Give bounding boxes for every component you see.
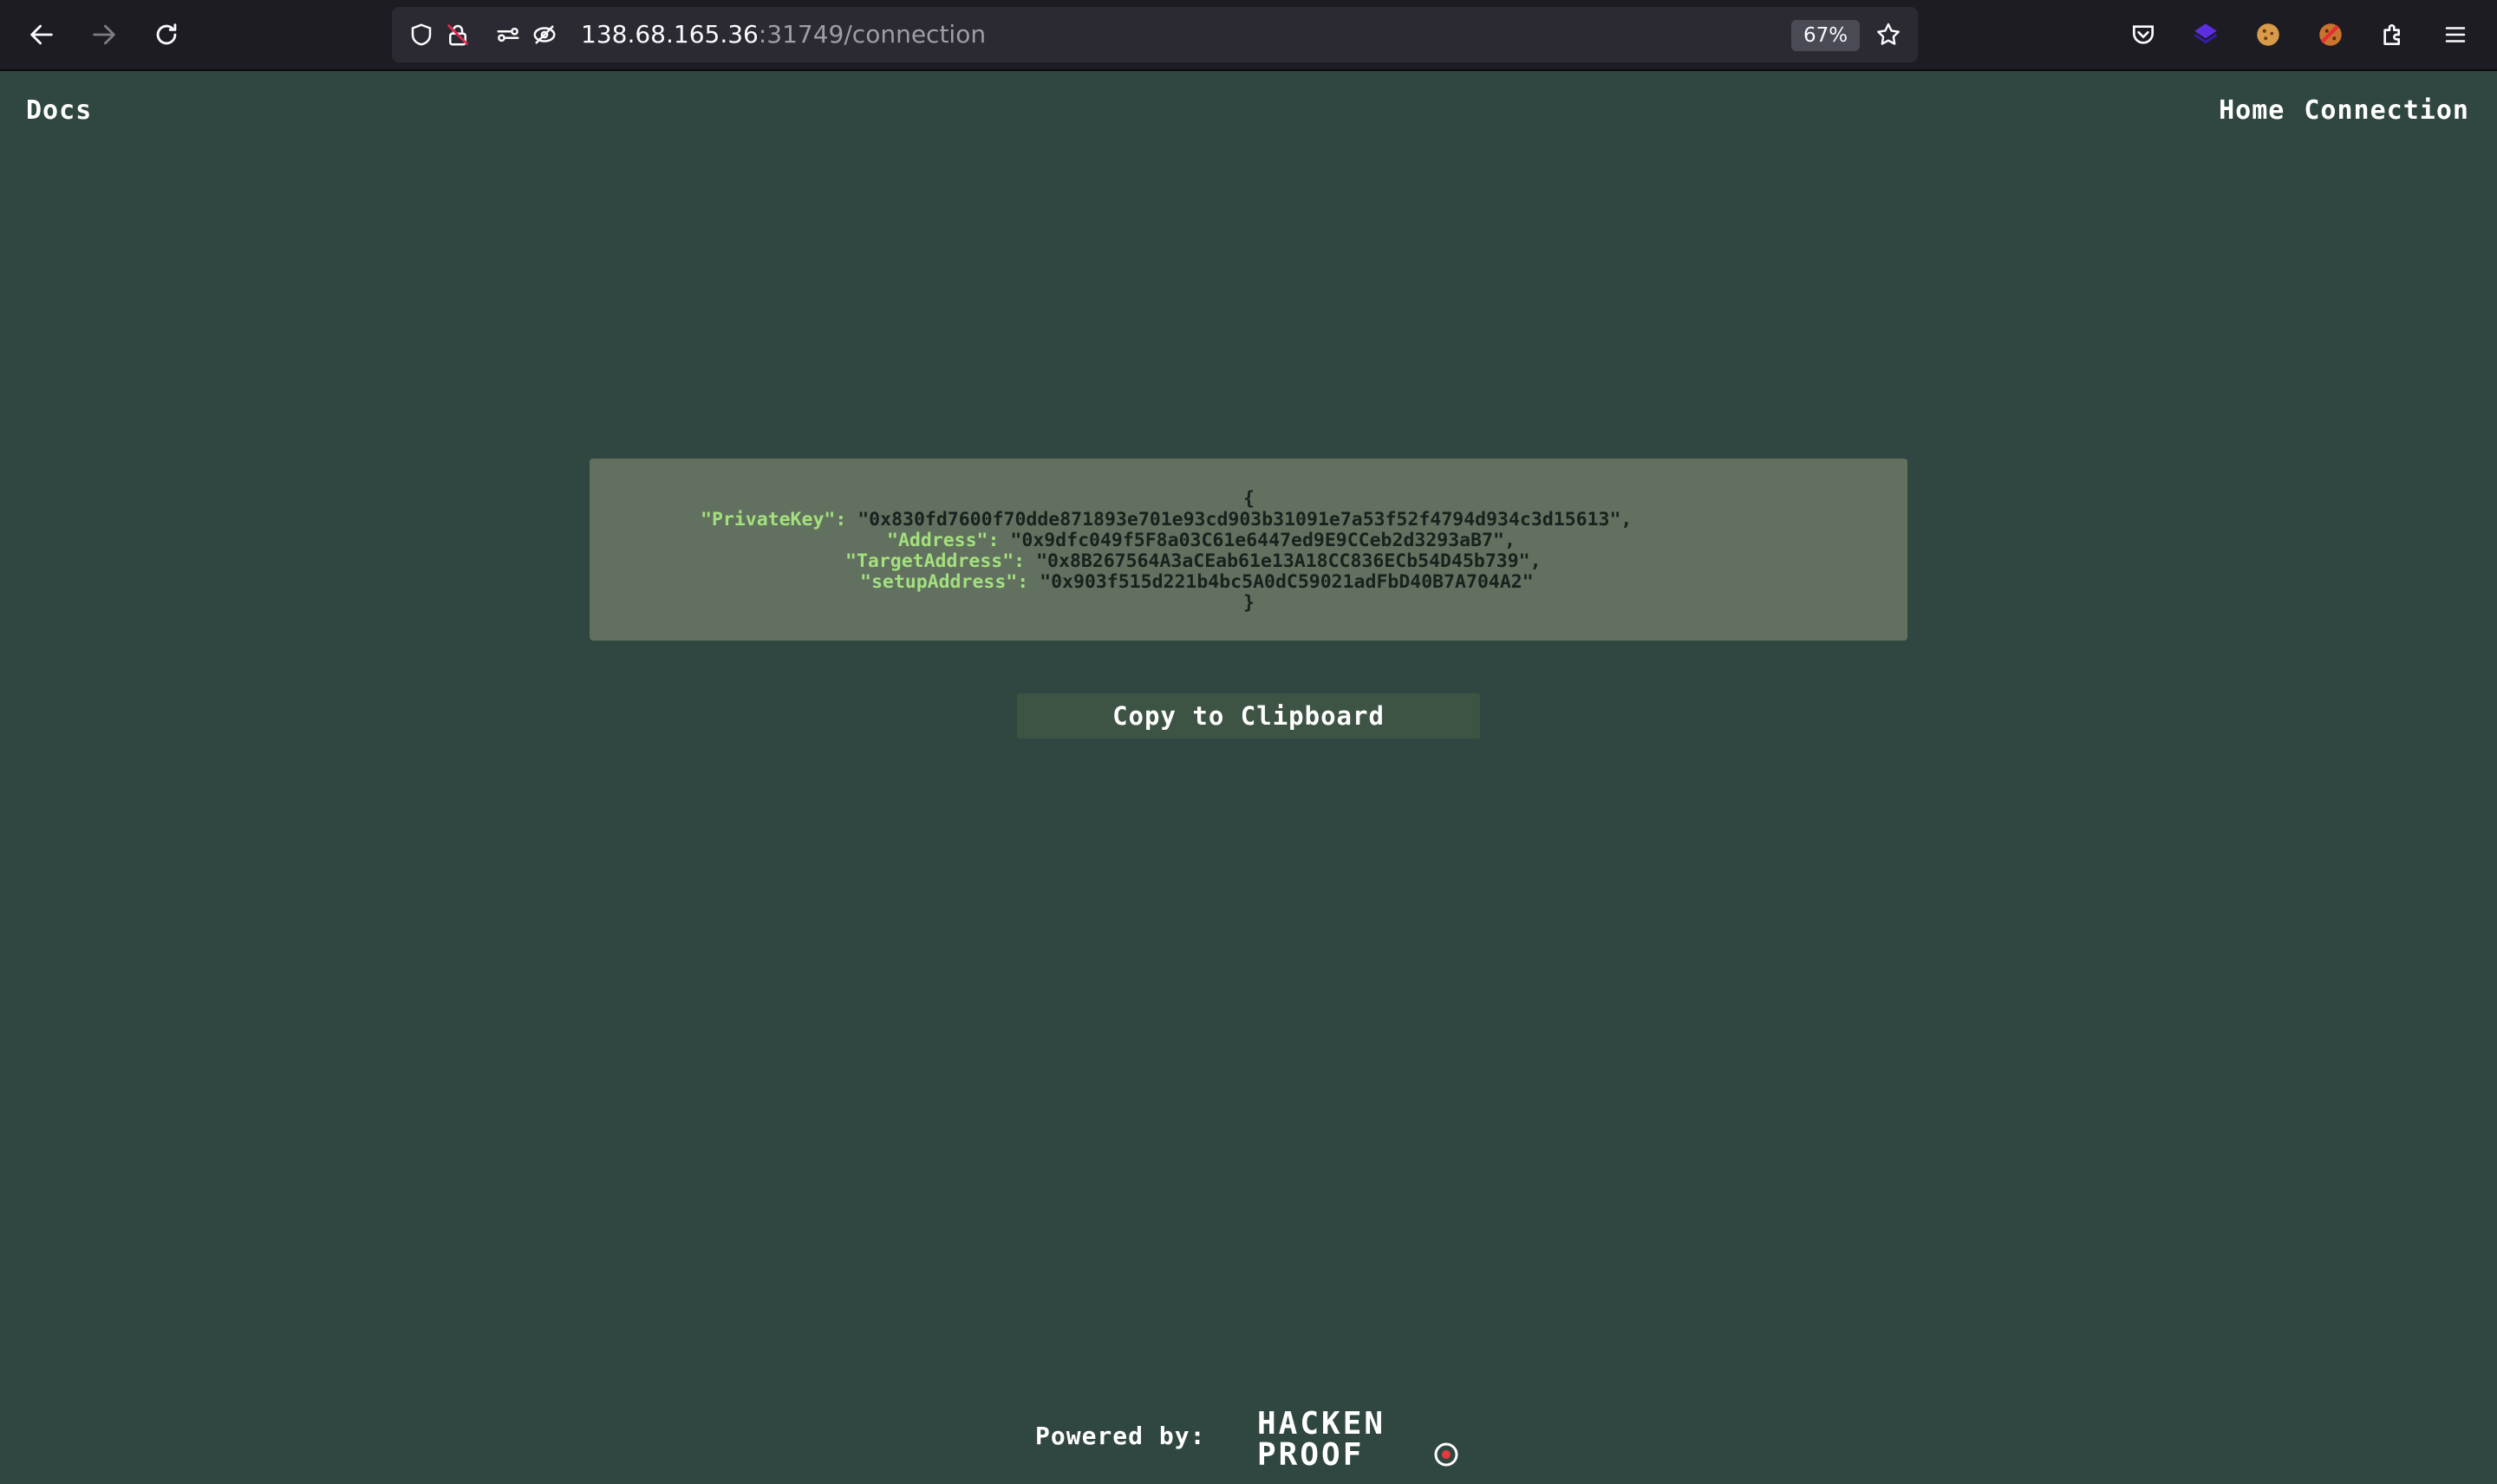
nav-home-link[interactable]: Home: [2219, 95, 2285, 126]
cookie-editor-icon[interactable]: [2313, 17, 2348, 52]
json-value: "0x8B267564A3aCEab61e13A18CC836ECb54D45b…: [1036, 550, 1542, 572]
url-text[interactable]: 138.68.165.36:31749/connection: [581, 7, 986, 62]
extensions-puzzle-icon[interactable]: [2376, 17, 2410, 52]
forward-arrow-icon[interactable]: [87, 17, 121, 52]
connection-json-panel: { "PrivateKey": "0x830fd7600f70dde871893…: [590, 459, 1907, 641]
json-value: "0x903f515d221b4bc5A0dC59021adFbD40B7A70…: [1040, 571, 1534, 593]
cookie-extension-icon[interactable]: [2251, 17, 2285, 52]
insecure-lock-icon[interactable]: [440, 17, 475, 52]
bookmark-star-icon[interactable]: [1871, 17, 1906, 52]
json-line-setup-address: "setupAddress": "0x903f515d221b4bc5A0dC5…: [860, 572, 1534, 593]
zoom-level-badge[interactable]: 67%: [1791, 20, 1861, 51]
json-close-brace: }: [1243, 592, 1255, 614]
permissions-icon[interactable]: [491, 17, 525, 52]
shield-icon[interactable]: [404, 17, 439, 52]
tracking-protection-icon[interactable]: [527, 17, 562, 52]
json-key: "Address":: [887, 530, 1000, 551]
json-key: "PrivateKey":: [701, 509, 847, 530]
extension-purple-icon[interactable]: [2188, 17, 2223, 52]
top-right-nav: Home Connection: [2219, 95, 2469, 126]
nav-connection-link[interactable]: Connection: [2304, 95, 2469, 126]
json-value: "0x830fd7600f70dde871893e701e93cd903b310…: [857, 509, 1633, 530]
json-key: "TargetAddress":: [845, 550, 1026, 572]
json-open-brace: {: [1243, 488, 1255, 510]
logo-line-2: PROOF: [1257, 1437, 1364, 1468]
json-line-address: "Address": "0x9dfc049f5F8a03C61e6447ed9E…: [887, 530, 1516, 551]
hamburger-menu-icon[interactable]: [2438, 17, 2473, 52]
hackenproof-logo[interactable]: HACKEN PROOF: [1257, 1406, 1465, 1468]
pocket-icon[interactable]: [2126, 17, 2161, 52]
json-line-target-address: "TargetAddress": "0x8B267564A3aCEab61e13…: [845, 551, 1542, 572]
browser-toolbar: 138.68.165.36:31749/connection 67%: [0, 0, 2497, 71]
logo-line-1: HACKEN: [1257, 1406, 1385, 1442]
url-bar[interactable]: 138.68.165.36:31749/connection 67%: [392, 7, 1918, 62]
logo-red-dot-icon: [1442, 1450, 1451, 1459]
json-value: "0x9dfc049f5F8a03C61e6447ed9E9CCeb2d3293…: [1010, 530, 1516, 551]
back-arrow-icon[interactable]: [24, 17, 59, 52]
json-line-private-key: "PrivateKey": "0x830fd7600f70dde871893e7…: [701, 510, 1632, 530]
nav-docs-link[interactable]: Docs: [26, 95, 92, 126]
reload-icon[interactable]: [149, 17, 184, 52]
powered-by-label: Powered by:: [1035, 1422, 1206, 1450]
json-key: "setupAddress":: [860, 571, 1029, 593]
copy-to-clipboard-button[interactable]: Copy to Clipboard: [1017, 693, 1480, 739]
